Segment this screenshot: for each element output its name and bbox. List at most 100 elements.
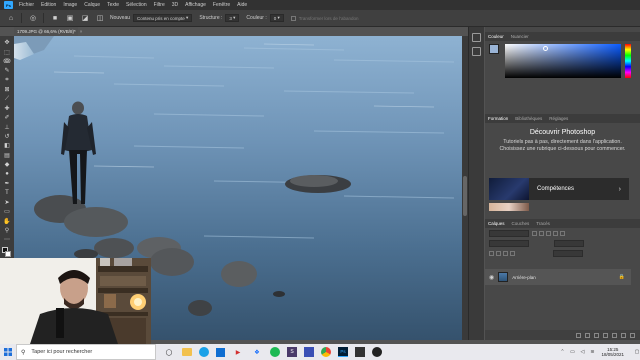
tab-traces[interactable]: Tracés [536, 221, 550, 226]
color-select[interactable]: 0 ▾ [269, 14, 284, 22]
tab-calques[interactable]: Calques [488, 221, 505, 226]
task-view-icon[interactable]: ◯ [163, 346, 175, 358]
selection-add-icon[interactable]: ▣ [65, 13, 75, 23]
brush-tool-icon[interactable]: ✐ [2, 113, 12, 122]
opacity-field[interactable] [554, 239, 584, 247]
gradient-tool-icon[interactable]: ▤ [2, 151, 12, 160]
menu-fenetre[interactable]: Fenêtre [213, 2, 230, 8]
quick-select-tool-icon[interactable]: ✎ [2, 66, 12, 75]
fill-field[interactable] [553, 249, 583, 257]
new-group-icon[interactable] [612, 332, 617, 338]
menu-filtre[interactable]: Filtre [154, 2, 165, 8]
layer-kind-filter[interactable] [489, 229, 529, 237]
menu-affichage[interactable]: Affichage [185, 2, 206, 8]
tab-nuancier[interactable]: Nuancier [511, 34, 529, 39]
foreground-color-chip[interactable] [489, 44, 499, 54]
blend-mode-select[interactable] [489, 239, 529, 247]
edge-icon[interactable] [199, 347, 209, 357]
add-mask-icon[interactable] [594, 332, 599, 338]
selection-new-icon[interactable]: ■ [50, 13, 60, 23]
lock-image-icon[interactable] [496, 250, 501, 256]
menu-image[interactable]: Image [63, 2, 77, 8]
dropbox-icon[interactable]: ❖ [251, 346, 263, 358]
photoshop-taskbar-icon[interactable]: Ps [338, 347, 348, 357]
zoom-tool-icon[interactable]: ⚲ [2, 226, 12, 235]
link-layers-icon[interactable] [576, 332, 581, 338]
move-tool-icon[interactable]: ✥ [2, 38, 12, 47]
wifi-icon[interactable]: ≋ [589, 349, 595, 355]
adjustment-layer-icon[interactable] [603, 332, 608, 338]
color-swatches[interactable] [2, 246, 12, 259]
transform-checkbox[interactable] [290, 15, 296, 21]
filter-adjust-icon[interactable] [539, 230, 544, 236]
history-brush-tool-icon[interactable]: ↺ [2, 132, 12, 141]
tab-reglages[interactable]: Réglages [549, 116, 568, 121]
filter-type-icon[interactable] [546, 230, 551, 236]
dodge-tool-icon[interactable]: ● [2, 169, 12, 178]
hand-tool-icon[interactable]: ✋ [2, 216, 12, 225]
more-tools-icon[interactable]: ⋯ [2, 235, 12, 244]
menu-calque[interactable]: Calque [84, 2, 100, 8]
obs-icon[interactable] [372, 347, 382, 357]
color-picker-handle[interactable] [543, 46, 548, 51]
tab-bibliotheques[interactable]: Bibliothèques [515, 116, 542, 121]
menu-selection[interactable]: Sélection [126, 2, 147, 8]
selection-intersect-icon[interactable]: ◫ [95, 13, 105, 23]
chrome-icon[interactable] [321, 347, 331, 357]
tab-couches[interactable]: Couches [512, 221, 530, 226]
volume-icon[interactable]: ◁ [579, 349, 585, 355]
new-layer-icon[interactable] [621, 332, 626, 338]
background-color-swatch[interactable] [5, 250, 11, 257]
close-icon[interactable]: × [80, 29, 83, 34]
tray-overflow-icon[interactable]: ⌃ [559, 349, 565, 355]
layer-style-icon[interactable] [585, 332, 590, 338]
crop-tool-icon[interactable]: ⌗ [2, 76, 12, 85]
eye-icon[interactable]: ◉ [489, 274, 494, 281]
competences-card[interactable]: Compétences › [489, 178, 629, 200]
filter-smart-icon[interactable] [560, 230, 565, 236]
path-select-tool-icon[interactable]: ➤ [2, 198, 12, 207]
lasso-tool-icon[interactable]: ↂ [2, 57, 12, 66]
media-player-icon[interactable]: ▶ [232, 346, 244, 358]
menu-aide[interactable]: Aide [237, 2, 247, 8]
properties-panel-icon[interactable] [472, 47, 481, 56]
clock[interactable]: 15:25 18/05/2021 [601, 347, 624, 358]
scrollbar-thumb[interactable] [463, 176, 467, 216]
history-panel-icon[interactable] [472, 33, 481, 42]
lock-position-icon[interactable] [503, 250, 508, 256]
tool-preset-icon[interactable]: ◎ [28, 13, 38, 23]
menu-3d[interactable]: 3D [172, 2, 178, 8]
layer-background[interactable]: ◉ Arrière-plan 🔒 [485, 269, 631, 285]
store-icon[interactable] [216, 347, 225, 357]
structure-select[interactable]: 3 ▾ [225, 14, 240, 22]
eraser-tool-icon[interactable]: ◧ [2, 141, 12, 150]
pen-tool-icon[interactable]: ✒ [2, 179, 12, 188]
scrivener-icon[interactable]: S [287, 347, 297, 357]
mode-select[interactable]: Contenu pris en compte ▾ [133, 14, 193, 22]
eyedropper-tool-icon[interactable]: ⟋ [2, 94, 12, 103]
menu-edition[interactable]: Edition [41, 2, 56, 8]
tab-couleur[interactable]: Couleur [488, 34, 504, 39]
tutorial-card-thumbnail[interactable] [489, 203, 529, 211]
healing-tool-icon[interactable]: ✚ [2, 104, 12, 113]
document-tab[interactable]: 1709.JPG @ 66,6% (RVB/8)* × [14, 27, 82, 36]
menu-texte[interactable]: Texte [107, 2, 119, 8]
filter-shape-icon[interactable] [553, 230, 558, 236]
taskbar-search[interactable]: ⚲ Taper ici pour rechercher [16, 344, 156, 360]
selection-subtract-icon[interactable]: ◪ [80, 13, 90, 23]
network-icon[interactable]: ▭ [569, 349, 575, 355]
lock-all-icon[interactable] [510, 250, 515, 256]
blur-tool-icon[interactable]: ◆ [2, 160, 12, 169]
marquee-tool-icon[interactable]: ⬚ [2, 47, 12, 56]
lock-transparent-icon[interactable] [489, 250, 494, 256]
type-tool-icon[interactable]: T [2, 188, 12, 197]
hue-slider[interactable] [625, 44, 631, 78]
home-icon[interactable]: ⌂ [6, 13, 16, 23]
start-button[interactable] [0, 344, 16, 360]
file-explorer-icon[interactable] [182, 348, 192, 356]
menu-fichier[interactable]: Fichier [19, 2, 34, 8]
spotify-icon[interactable] [270, 347, 280, 357]
frame-tool-icon[interactable]: ⊠ [2, 85, 12, 94]
tab-formation[interactable]: Formation [488, 116, 508, 121]
color-field[interactable] [505, 44, 621, 78]
